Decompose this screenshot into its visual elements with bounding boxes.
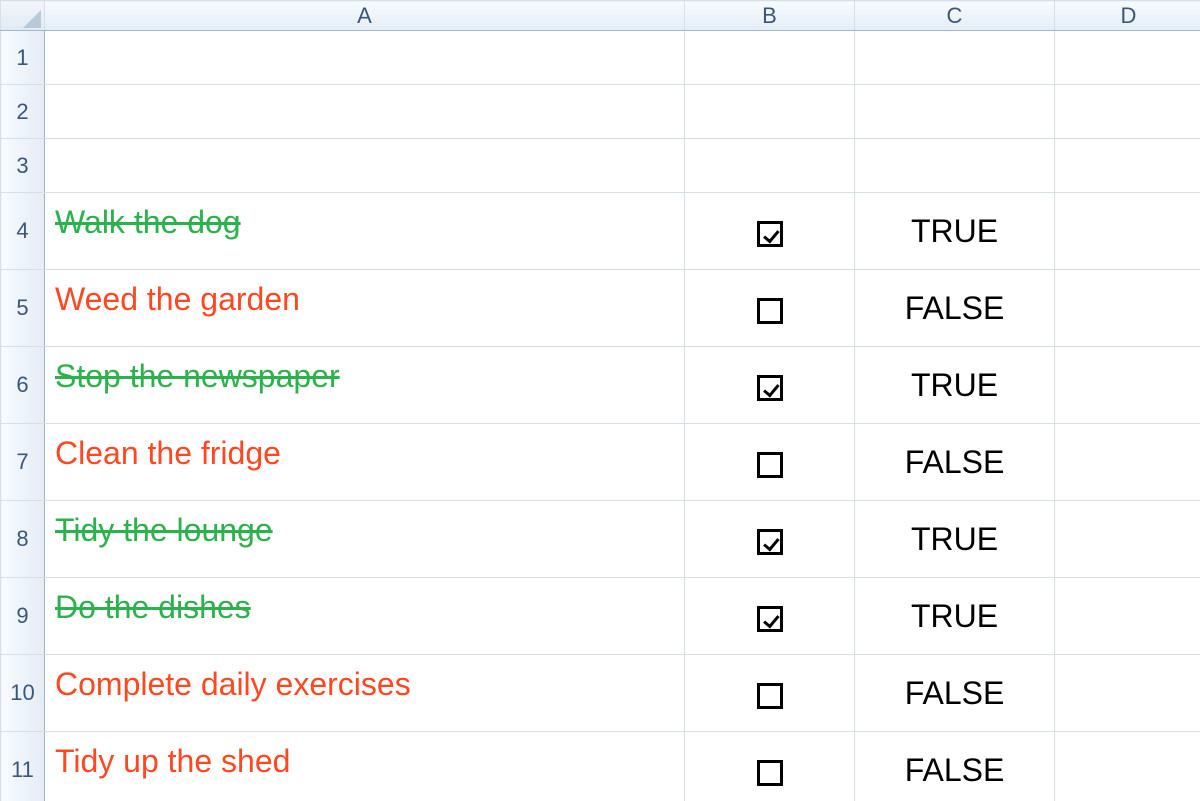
cell-B8[interactable] <box>685 501 855 578</box>
row-header[interactable]: 2 <box>1 85 45 139</box>
row-header[interactable]: 4 <box>1 193 45 270</box>
row-2: 2 <box>1 85 1200 139</box>
checkbox[interactable] <box>757 529 783 555</box>
cell-D9[interactable] <box>1055 578 1200 655</box>
cell-C1[interactable] <box>855 31 1055 85</box>
cell-B11[interactable] <box>685 732 855 801</box>
row-header[interactable]: 3 <box>1 139 45 193</box>
cell-A11[interactable]: Tidy up the shed <box>45 732 685 801</box>
row-5: 5 Weed the garden FALSE <box>1 270 1200 347</box>
task-text: Clean the fridge <box>45 424 684 482</box>
task-text: Tidy the lounge <box>45 501 684 559</box>
cell-D5[interactable] <box>1055 270 1200 347</box>
cell-B7[interactable] <box>685 424 855 501</box>
cell-D4[interactable] <box>1055 193 1200 270</box>
cell-A1[interactable] <box>45 31 685 85</box>
task-text: Stop the newspaper <box>45 347 684 405</box>
bool-text: FALSE <box>905 444 1005 480</box>
cell-D7[interactable] <box>1055 424 1200 501</box>
cell-B9[interactable] <box>685 578 855 655</box>
cell-A9[interactable]: Do the dishes <box>45 578 685 655</box>
row-header[interactable]: 6 <box>1 347 45 424</box>
bool-text: FALSE <box>905 752 1005 788</box>
select-all-icon <box>23 10 41 28</box>
row-4: 4 Walk the dog TRUE <box>1 193 1200 270</box>
cell-C3[interactable] <box>855 139 1055 193</box>
row-7: 7 Clean the fridge FALSE <box>1 424 1200 501</box>
cell-B10[interactable] <box>685 655 855 732</box>
row-header[interactable]: 10 <box>1 655 45 732</box>
cell-A3[interactable] <box>45 139 685 193</box>
task-text: Complete daily exercises <box>45 655 684 713</box>
checkbox[interactable] <box>757 375 783 401</box>
task-text: Weed the garden <box>45 270 684 328</box>
cell-D11[interactable] <box>1055 732 1200 801</box>
column-header-row: A B C D <box>1 1 1200 31</box>
bool-text: FALSE <box>905 290 1005 326</box>
bool-text: TRUE <box>911 521 998 557</box>
cell-D10[interactable] <box>1055 655 1200 732</box>
cell-C2[interactable] <box>855 85 1055 139</box>
row-header[interactable]: 5 <box>1 270 45 347</box>
cell-A2[interactable] <box>45 85 685 139</box>
column-header-D[interactable]: D <box>1055 1 1200 31</box>
row-header[interactable]: 7 <box>1 424 45 501</box>
cell-C11[interactable]: FALSE <box>855 732 1055 801</box>
cell-A6[interactable]: Stop the newspaper <box>45 347 685 424</box>
row-header[interactable]: 8 <box>1 501 45 578</box>
task-text: Tidy up the shed <box>45 732 684 790</box>
cell-C8[interactable]: TRUE <box>855 501 1055 578</box>
cell-A4[interactable]: Walk the dog <box>45 193 685 270</box>
cell-C10[interactable]: FALSE <box>855 655 1055 732</box>
checkbox[interactable] <box>757 760 783 786</box>
cell-C9[interactable]: TRUE <box>855 578 1055 655</box>
row-3: 3 <box>1 139 1200 193</box>
checkbox[interactable] <box>757 298 783 324</box>
bool-text: TRUE <box>911 598 998 634</box>
cell-D2[interactable] <box>1055 85 1200 139</box>
row-1: 1 <box>1 31 1200 85</box>
column-header-A[interactable]: A <box>45 1 685 31</box>
cell-D8[interactable] <box>1055 501 1200 578</box>
row-9: 9 Do the dishes TRUE <box>1 578 1200 655</box>
column-header-B[interactable]: B <box>685 1 855 31</box>
row-header[interactable]: 11 <box>1 732 45 801</box>
cell-C5[interactable]: FALSE <box>855 270 1055 347</box>
checkbox[interactable] <box>757 452 783 478</box>
row-header[interactable]: 9 <box>1 578 45 655</box>
checkbox[interactable] <box>757 606 783 632</box>
bool-text: TRUE <box>911 213 998 249</box>
cell-B2[interactable] <box>685 85 855 139</box>
spreadsheet-grid[interactable]: A B C D 1 2 3 4 Walk <box>0 0 1200 801</box>
checkbox[interactable] <box>757 221 783 247</box>
rows: 1 2 3 4 Walk the dog TRUE <box>1 31 1200 801</box>
cell-A10[interactable]: Complete daily exercises <box>45 655 685 732</box>
column-header-C[interactable]: C <box>855 1 1055 31</box>
task-text: Do the dishes <box>45 578 684 636</box>
row-10: 10 Complete daily exercises FALSE <box>1 655 1200 732</box>
cell-B3[interactable] <box>685 139 855 193</box>
row-11: 11 Tidy up the shed FALSE <box>1 732 1200 801</box>
row-6: 6 Stop the newspaper TRUE <box>1 347 1200 424</box>
cell-D3[interactable] <box>1055 139 1200 193</box>
cell-D6[interactable] <box>1055 347 1200 424</box>
cell-A8[interactable]: Tidy the lounge <box>45 501 685 578</box>
bool-text: TRUE <box>911 367 998 403</box>
cell-A7[interactable]: Clean the fridge <box>45 424 685 501</box>
row-header[interactable]: 1 <box>1 31 45 85</box>
task-text: Walk the dog <box>45 193 684 251</box>
cell-B4[interactable] <box>685 193 855 270</box>
cell-C7[interactable]: FALSE <box>855 424 1055 501</box>
checkbox[interactable] <box>757 683 783 709</box>
cell-C4[interactable]: TRUE <box>855 193 1055 270</box>
bool-text: FALSE <box>905 675 1005 711</box>
select-all-corner[interactable] <box>1 1 45 31</box>
cell-A5[interactable]: Weed the garden <box>45 270 685 347</box>
cell-B5[interactable] <box>685 270 855 347</box>
cell-C6[interactable]: TRUE <box>855 347 1055 424</box>
row-8: 8 Tidy the lounge TRUE <box>1 501 1200 578</box>
cell-B6[interactable] <box>685 347 855 424</box>
cell-B1[interactable] <box>685 31 855 85</box>
cell-D1[interactable] <box>1055 31 1200 85</box>
